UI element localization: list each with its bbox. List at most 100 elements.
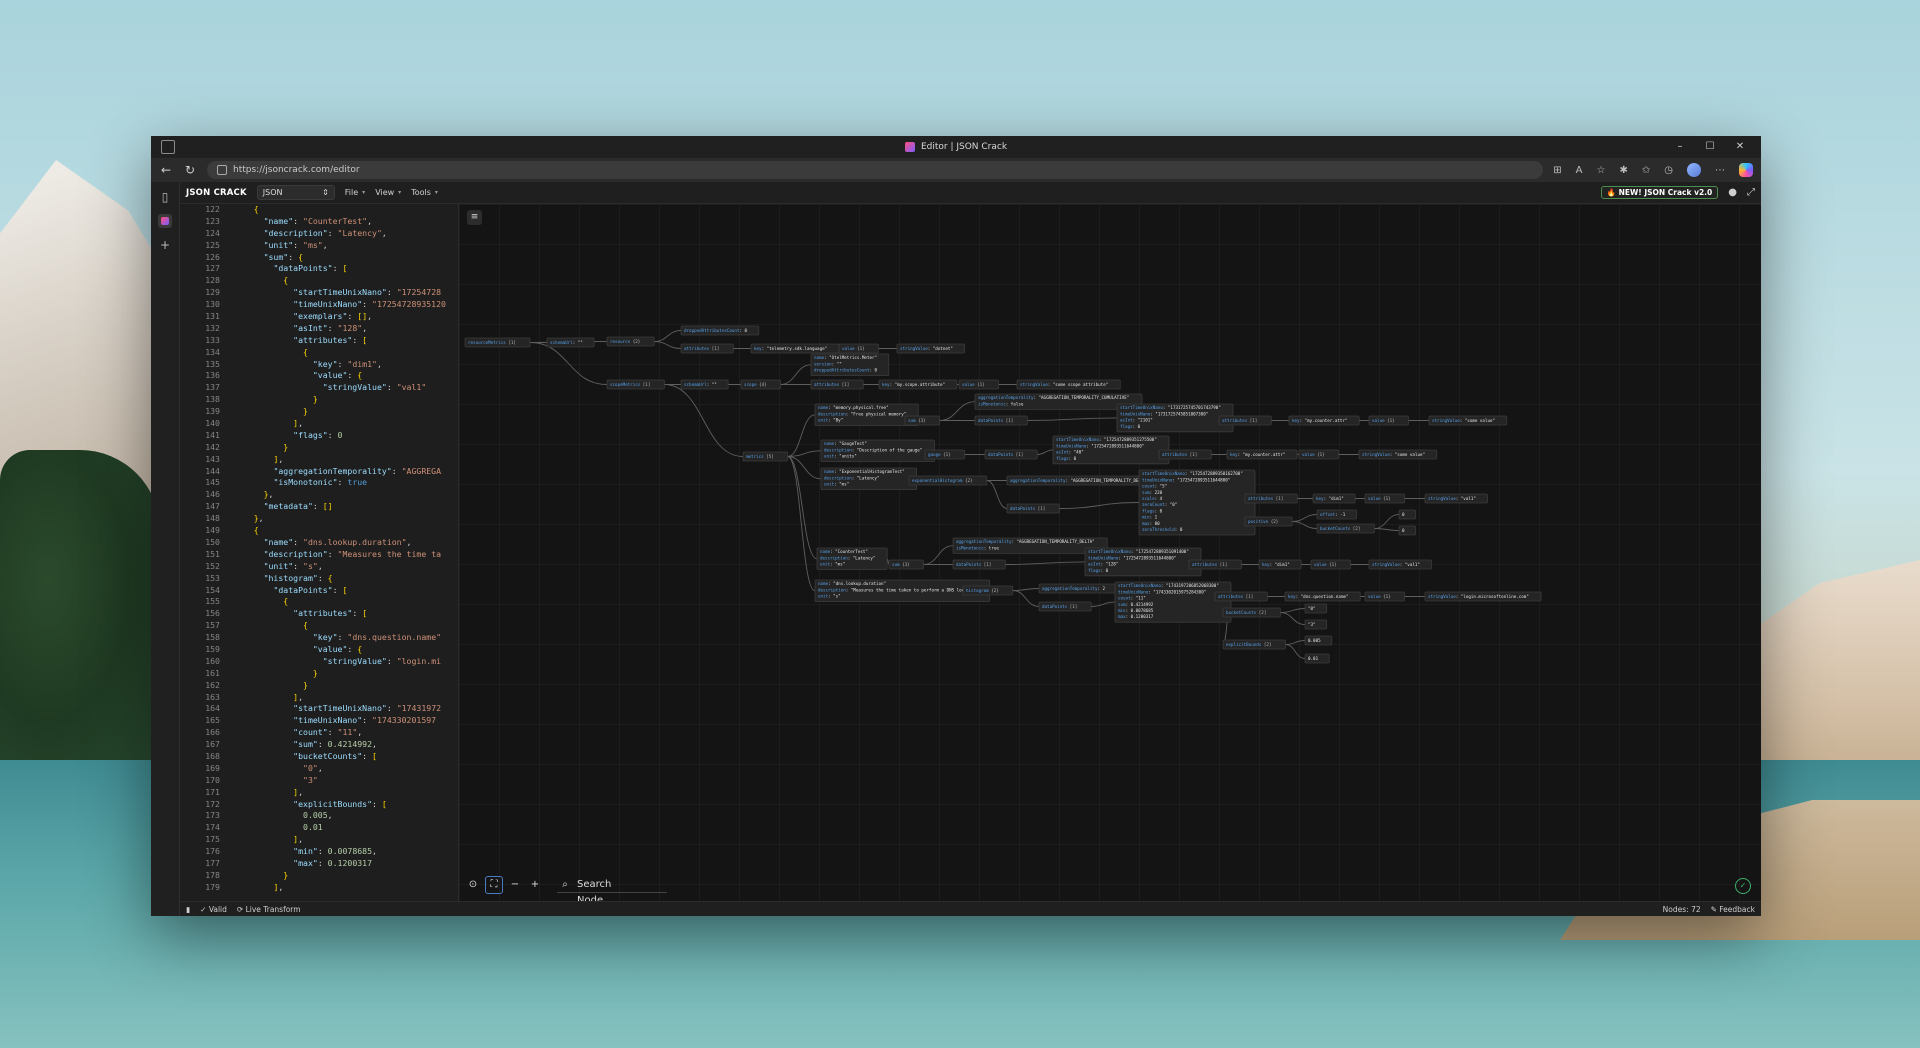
code-line[interactable]: 129 "startTimeUnixNano": "17254728 [180,287,458,299]
graph-node[interactable]: scopeMetrics [1] [606,379,665,390]
graph-node[interactable]: key: "telemetry.sdk.language" [750,343,840,354]
code-text[interactable]: { [234,620,308,632]
graph-node[interactable]: 0 [1398,509,1416,520]
graph-node[interactable]: dataPoints [1] [1006,503,1060,514]
code-line[interactable]: 162 } [180,680,458,692]
code-text[interactable]: "timeUnixNano": "17254728935120 [234,299,446,311]
code-text[interactable]: "asInt": "128", [234,323,367,335]
graph-node[interactable]: attributes [1] [810,379,864,390]
graph-node[interactable]: scope {4} [740,379,781,390]
code-text[interactable]: "attributes": [ [234,335,367,347]
code-line[interactable]: 155 { [180,596,458,608]
more-options-icon[interactable]: ⋯ [1715,165,1725,176]
code-text[interactable]: "max": 0.1200317 [234,858,372,870]
code-line[interactable]: 173 0.005, [180,810,458,822]
address-bar[interactable]: https://jsoncrack.com/editor [207,161,1544,179]
graph-node[interactable]: sum {3} [888,559,924,570]
panel-toggle-icon[interactable]: ▮ [186,905,190,914]
menu-file[interactable]: File ▾ [345,188,365,197]
minimize-icon[interactable]: – [1665,136,1695,158]
code-text[interactable]: { [234,525,259,537]
code-line[interactable]: 170 "3" [180,775,458,787]
code-text[interactable]: "0", [234,763,323,775]
graph-node[interactable]: value {1} [1368,415,1409,426]
code-text[interactable]: "bucketCounts": [ [234,751,377,763]
code-text[interactable]: "timeUnixNano": "174330201597 [234,715,436,727]
code-text[interactable]: ], [234,882,283,894]
graph-node[interactable]: 0.01 [1304,653,1330,664]
app-available-icon[interactable]: ⊞ [1553,165,1561,176]
graph-node[interactable]: aggregationTemporality: "AGGREGATION_TEM… [1006,475,1162,486]
code-line[interactable]: 141 "flags": 0 [180,430,458,442]
zoom-in-icon[interactable]: + [527,877,543,893]
graph-node[interactable]: schemaUrl: "" [546,337,595,348]
search-node-input[interactable]: ⌕ Search Node [557,878,667,902]
graph-node[interactable]: key: "my.scope.attribute" [878,379,958,390]
refresh-icon[interactable]: ↻ [183,163,197,177]
code-text[interactable]: "count": "11", [234,727,362,739]
new-version-button[interactable]: 🔥 NEW! JSON Crack v2.0 [1600,186,1719,199]
code-text[interactable]: "startTimeUnixNano": "17254728 [234,287,441,299]
code-text[interactable]: "unit": "ms", [234,240,328,252]
graph-menu-icon[interactable]: ≡ [467,210,482,225]
close-icon[interactable]: ✕ [1725,136,1755,158]
graph-node[interactable]: value {1} [1298,449,1339,460]
code-line[interactable]: 164 "startTimeUnixNano": "17431972 [180,703,458,715]
graph-node[interactable]: attributes [1] [1158,449,1212,460]
extensions-icon[interactable]: ✱ [1619,165,1627,176]
code-line[interactable]: 144 "aggregationTemporality": "AGGREGA [180,466,458,478]
graph-node[interactable]: startTimeUnixNano: "1725472889351091400"… [1084,547,1202,577]
json-editor[interactable]: 122 {123 "name": "CounterTest", 124 "desc… [180,204,459,902]
graph-node[interactable]: histogram {2} [962,585,1014,596]
graph-node[interactable]: exponentialHistogram {2} [908,475,988,486]
graph-node[interactable]: attributes [1] [680,343,734,354]
code-line[interactable]: 158 "key": "dns.question.name" [180,632,458,644]
code-line[interactable]: 143 ], [180,454,458,466]
code-text[interactable]: { [234,275,288,287]
code-text[interactable]: } [234,394,318,406]
graph-node[interactable]: "3" [1304,619,1328,630]
code-text[interactable]: "key": "dns.question.name" [234,632,441,644]
code-text[interactable]: "aggregationTemporality": "AGGREGA [234,466,441,478]
graph-node[interactable]: key: "my.counter.attr" [1288,415,1360,426]
code-text[interactable]: "3" [234,775,318,787]
code-line[interactable]: 150 "name": "dns.lookup.duration", [180,537,458,549]
graph-node[interactable]: droppedAttributesCount: 0 [680,325,760,336]
graph-node[interactable]: sum {3} [904,415,940,426]
code-line[interactable]: 132 "asInt": "128", [180,323,458,335]
code-line[interactable]: 145 "isMonotonic": true [180,477,458,489]
code-text[interactable]: "sum": 0.4214992, [234,739,377,751]
graph-node[interactable]: "0" [1304,603,1328,614]
graph-node[interactable]: gauge {1} [924,449,965,460]
graph-node[interactable]: value {1} [1364,591,1405,602]
new-tab-icon[interactable]: + [158,238,172,252]
code-line[interactable]: 146 }, [180,489,458,501]
code-line[interactable]: 166 "count": "11", [180,727,458,739]
feedback-link[interactable]: ✎ Feedback [1711,905,1755,914]
code-text[interactable]: ], [234,787,303,799]
code-text[interactable]: { [234,347,308,359]
graph-node[interactable]: startTimeUnixNano: "1743197206852068300"… [1114,581,1232,623]
focus-first-node-icon[interactable]: ⊙ [465,877,481,893]
code-line[interactable]: 159 "value": { [180,644,458,656]
code-line[interactable]: 137 "stringValue": "val1" [180,382,458,394]
graph-node[interactable]: positive {2} [1244,516,1293,527]
code-line[interactable]: 151 "description": "Measures the time ta [180,549,458,561]
code-text[interactable]: } [234,406,308,418]
code-text[interactable]: } [234,680,308,692]
graph-node[interactable]: aggregationTemporality: "AGGREGATION_TEM… [952,537,1108,554]
code-line[interactable]: 142 } [180,442,458,454]
code-line[interactable]: 139 } [180,406,458,418]
code-text[interactable]: "description": "Latency", [234,228,387,240]
code-line[interactable]: 161 } [180,668,458,680]
code-text[interactable]: ], [234,454,283,466]
code-line[interactable]: 175 ], [180,834,458,846]
code-text[interactable]: "attributes": [ [234,608,367,620]
sidebar-toggle-icon[interactable]: ▯ [158,190,172,204]
code-text[interactable]: ], [234,834,303,846]
graph-node[interactable]: value {1} [1364,493,1405,504]
code-line[interactable]: 125 "unit": "ms", [180,240,458,252]
code-text[interactable]: } [234,442,288,454]
code-text[interactable]: "startTimeUnixNano": "17431972 [234,703,441,715]
graph-node[interactable]: stringValue: "val1" [1368,559,1432,570]
